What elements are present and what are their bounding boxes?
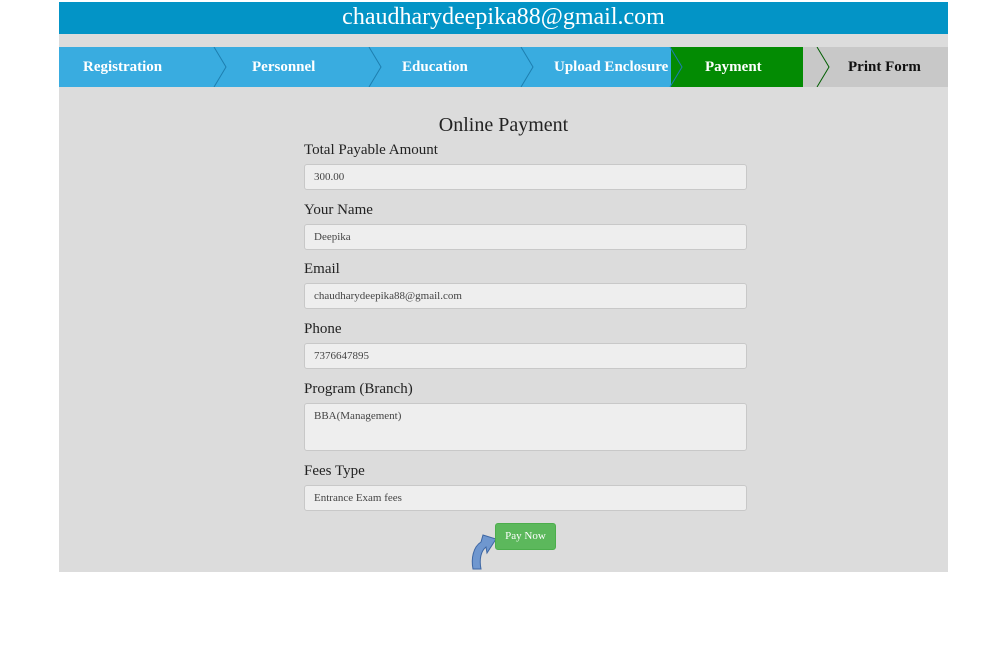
page-container: chaudharydeepika88@gmail.com Registratio… — [59, 2, 948, 572]
step-label: Education — [402, 58, 468, 75]
email-field[interactable]: chaudharydeepika88@gmail.com — [304, 283, 747, 309]
name-label: Your Name — [304, 202, 373, 218]
step-personnel[interactable]: Personnel — [215, 47, 385, 87]
program-field[interactable]: BBA(Management) — [304, 403, 747, 451]
amount-label: Total Payable Amount — [304, 142, 438, 158]
progress-steps: Registration Personnel Education Upload … — [59, 47, 948, 87]
amount-field[interactable]: 300.00 — [304, 164, 747, 190]
header-email: chaudharydeepika88@gmail.com — [342, 4, 665, 30]
program-label: Program (Branch) — [304, 381, 413, 397]
email-label: Email — [304, 261, 340, 277]
fees-type-label: Fees Type — [304, 463, 365, 479]
step-upload-enclosure[interactable]: Upload Enclosure — [522, 47, 688, 87]
phone-label: Phone — [304, 321, 342, 337]
step-label: Print Form — [848, 58, 921, 75]
page-title: Online Payment — [438, 114, 569, 136]
fees-type-field[interactable]: Entrance Exam fees — [304, 485, 747, 511]
pay-now-button[interactable]: Pay Now — [495, 523, 556, 550]
step-education[interactable]: Education — [370, 47, 539, 87]
phone-field[interactable]: 7376647895 — [304, 343, 747, 369]
step-label: Registration — [83, 58, 163, 75]
step-print-form[interactable]: Print Form — [803, 47, 948, 87]
header-bar: chaudharydeepika88@gmail.com — [59, 2, 948, 34]
step-registration[interactable]: Registration — [59, 47, 231, 87]
step-label: Upload Enclosure — [554, 58, 669, 75]
step-label: Personnel — [252, 58, 316, 75]
step-label: Payment — [705, 58, 762, 75]
name-field[interactable]: Deepika — [304, 224, 747, 250]
